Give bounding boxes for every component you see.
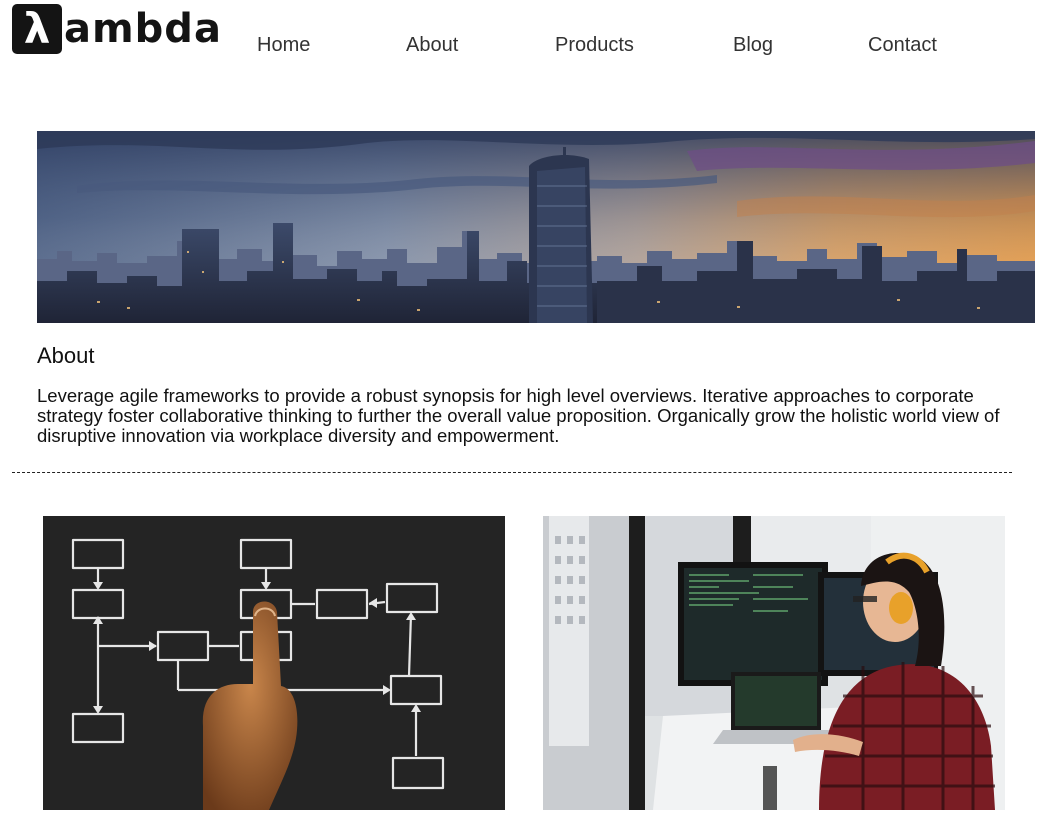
hero-banner-image: [37, 131, 1035, 323]
nav-home[interactable]: Home: [257, 34, 310, 57]
developer-workspace-image: [543, 516, 1005, 810]
flowchart-image: [43, 516, 505, 810]
nav-products[interactable]: Products: [555, 34, 634, 57]
nav-about[interactable]: About: [406, 34, 458, 57]
page: λ ambda Home About Products Blog Contact: [0, 0, 1041, 831]
about-body-text: Leverage agile frameworks to provide a r…: [37, 385, 1000, 446]
section-divider: [12, 472, 1012, 473]
about-heading: About: [37, 343, 95, 368]
nav-contact[interactable]: Contact: [868, 34, 937, 57]
nav-blog[interactable]: Blog: [733, 34, 773, 57]
main-nav: Home About Products Blog Contact: [0, 34, 1041, 60]
